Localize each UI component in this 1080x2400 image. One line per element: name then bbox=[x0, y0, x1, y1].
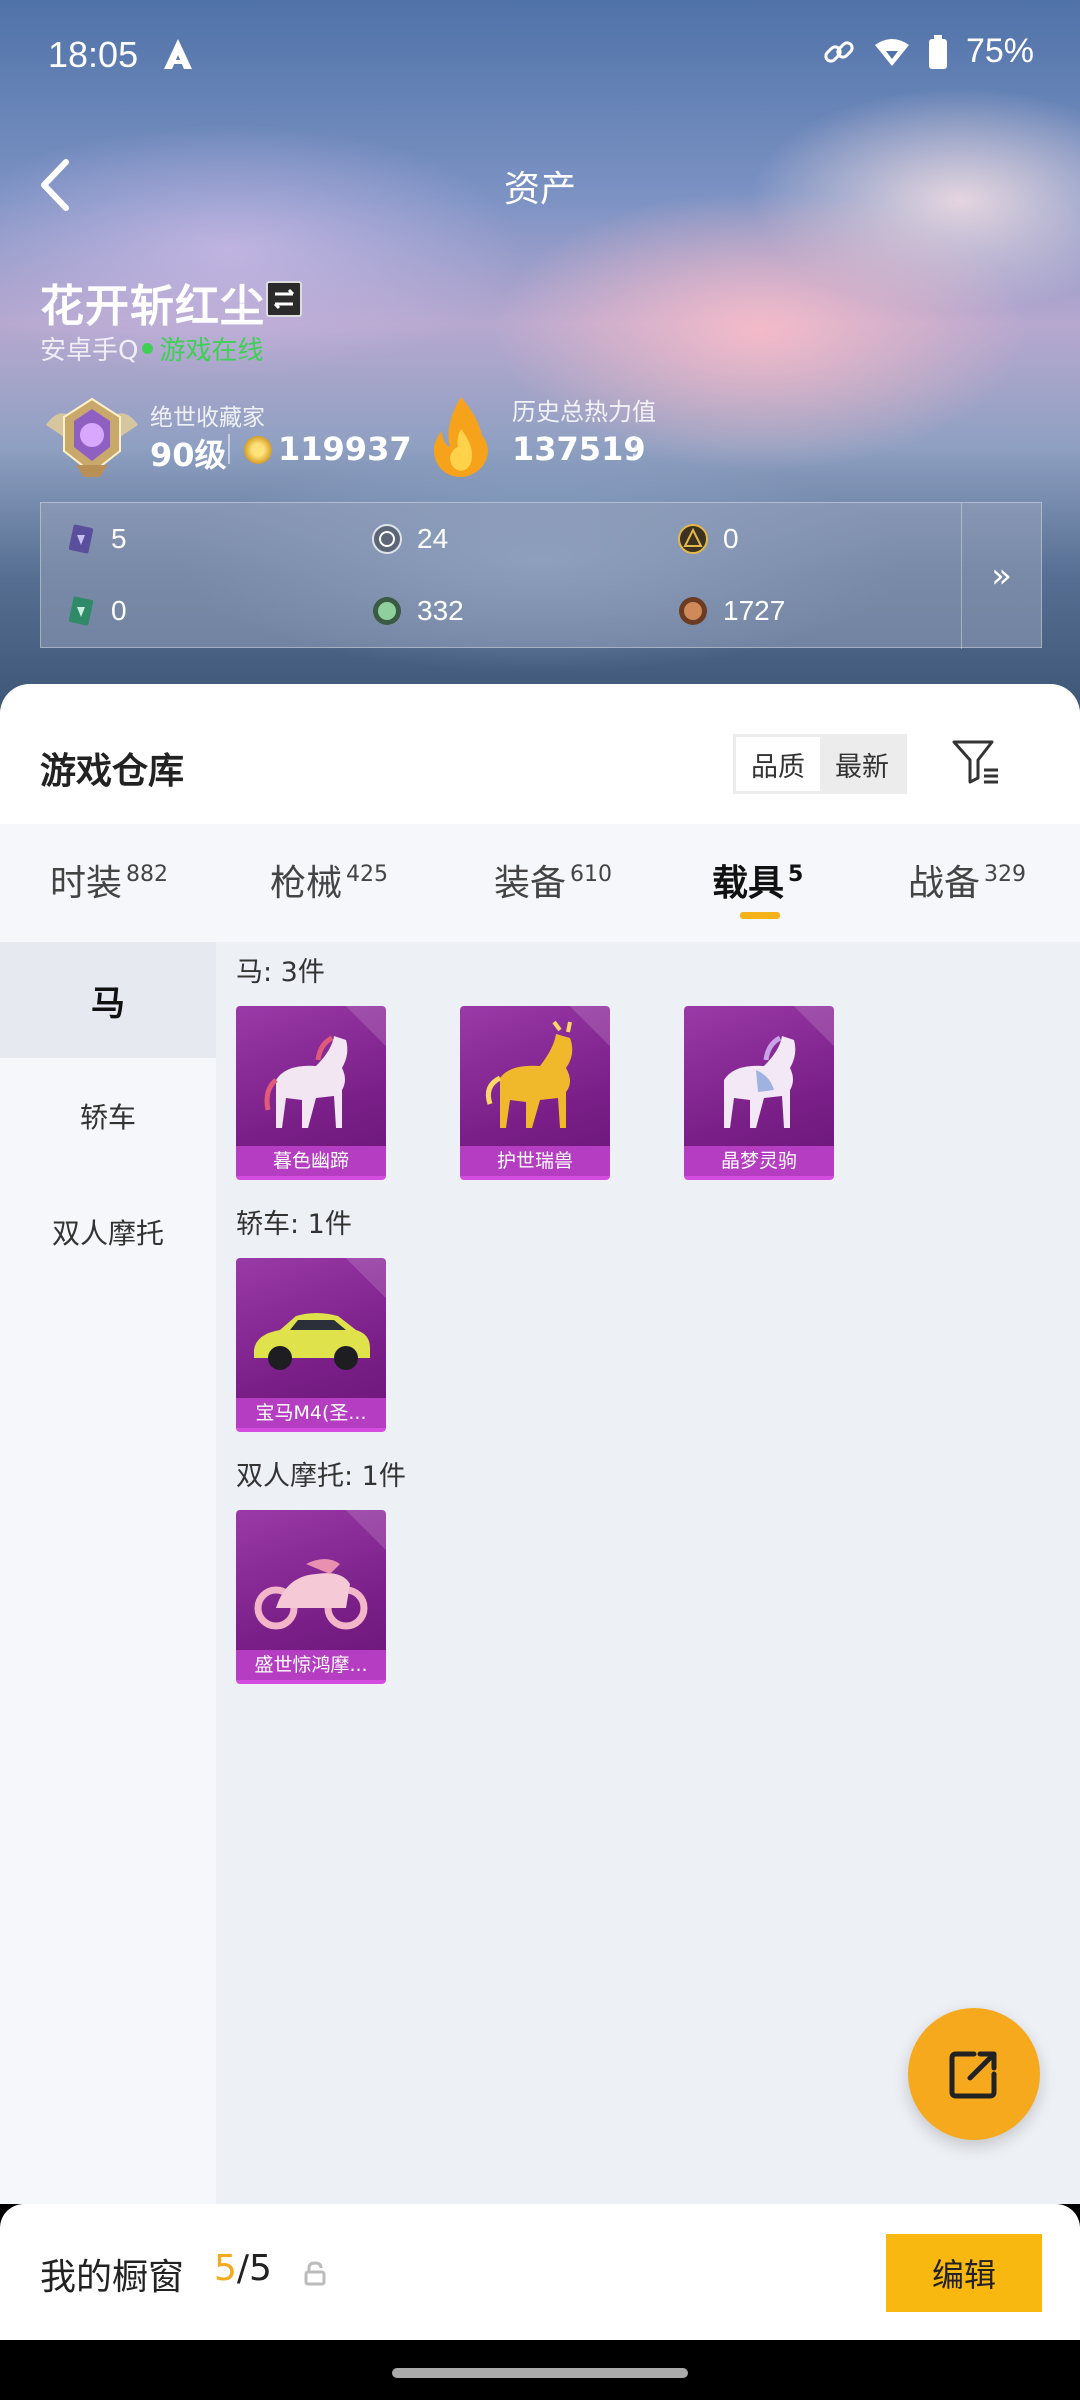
page-title: 资产 bbox=[503, 169, 576, 210]
section-title-motorcycle: 双人摩托: 1件 bbox=[236, 1461, 406, 1492]
green-coin-icon bbox=[373, 597, 401, 625]
sidebar-item-horse[interactable]: 马 bbox=[0, 942, 216, 1058]
white-horse-icon bbox=[264, 1035, 348, 1128]
heat-label: 历史总热力值 bbox=[512, 398, 656, 426]
category-tabs: 时装 882 枪械 425 装备 610 载具 5 战备 329 bbox=[0, 824, 1080, 942]
sort-toggle: 品质 最新 bbox=[733, 734, 907, 794]
item-card[interactable]: 晶梦灵驹 bbox=[684, 1006, 834, 1180]
player-platform-row: 安卓手Q 游戏在线 bbox=[40, 330, 263, 367]
collector-title: 绝世收藏家 bbox=[150, 405, 265, 431]
sort-newest-button[interactable]: 最新 bbox=[820, 737, 904, 791]
stats-more-button[interactable]: » bbox=[961, 503, 1041, 649]
tab-vehicles[interactable]: 载具 5 bbox=[712, 854, 803, 906]
showcase-bar: 我的橱窗 5/5 编辑 bbox=[0, 2204, 1080, 2340]
home-indicator[interactable] bbox=[392, 2368, 688, 2378]
player-name: 花开斩红尘 bbox=[40, 281, 265, 332]
online-dot-icon bbox=[142, 343, 154, 354]
switch-account-icon[interactable] bbox=[266, 281, 302, 317]
sidebar-item-motorcycle[interactable]: 双人摩托 bbox=[0, 1174, 216, 1290]
help-icon[interactable]: ? bbox=[628, 434, 642, 464]
flame-icon bbox=[433, 397, 488, 477]
sidebar-item-car[interactable]: 轿车 bbox=[0, 1058, 216, 1174]
collector-badge-icon bbox=[46, 397, 138, 477]
car-icon bbox=[254, 1313, 370, 1370]
showcase-label: 我的橱窗 bbox=[40, 2257, 185, 2298]
stat-green-coin: 332 bbox=[371, 595, 464, 627]
ticket-card-icon bbox=[68, 524, 94, 554]
status-time: 18:05 bbox=[48, 34, 139, 75]
motorcycle-icon bbox=[254, 1559, 368, 1630]
item-name: 宝马M4(圣... bbox=[236, 1398, 386, 1428]
item-name: 暮色幽蹄 bbox=[236, 1146, 386, 1176]
status-bar: 18:05 75% bbox=[0, 0, 1080, 110]
warehouse-sheet: 游戏仓库 品质 最新 时装 882 枪械 425 装备 610 载具 5 战备 329 马… bbox=[0, 684, 1080, 2204]
stat-green-card: 0 bbox=[65, 595, 127, 627]
tab-guns[interactable]: 枪械 425 bbox=[270, 854, 388, 906]
share-button[interactable] bbox=[908, 2008, 1040, 2140]
player-platform: 安卓手Q bbox=[40, 336, 139, 366]
active-tab-indicator bbox=[740, 912, 780, 919]
divider bbox=[228, 434, 230, 464]
wifi-icon bbox=[874, 38, 909, 66]
item-card[interactable]: 宝马M4(圣... bbox=[236, 1258, 386, 1432]
item-name: 盛世惊鸿摩... bbox=[236, 1650, 386, 1680]
silver-token-icon bbox=[372, 524, 402, 554]
warehouse-header: 游戏仓库 品质 最新 bbox=[0, 684, 1080, 824]
link-icon bbox=[824, 40, 854, 63]
item-name: 护世瑞兽 bbox=[460, 1146, 610, 1176]
online-status: 游戏在线 bbox=[159, 336, 264, 366]
asset-stats-panel: 5 24 0 0 332 1727 » bbox=[40, 502, 1042, 649]
item-card[interactable]: 暮色幽蹄 bbox=[236, 1006, 386, 1180]
item-card[interactable]: 护世瑞兽 bbox=[460, 1006, 610, 1180]
section-title-horse: 马: 3件 bbox=[236, 957, 325, 988]
battery-icon bbox=[928, 34, 947, 69]
heat-value: 137519 bbox=[512, 430, 646, 468]
edit-button[interactable]: 编辑 bbox=[886, 2234, 1042, 2312]
stat-gold-token: 0 bbox=[677, 523, 739, 555]
crystal-horse-icon bbox=[724, 1035, 796, 1128]
item-name: 晶梦灵驹 bbox=[684, 1146, 834, 1176]
stat-ticket-card: 5 bbox=[65, 523, 127, 555]
warehouse-title: 游戏仓库 bbox=[40, 751, 185, 792]
lock-icon bbox=[304, 2261, 326, 2286]
player-level: 90级 bbox=[150, 436, 227, 474]
battery-level: 75% bbox=[965, 32, 1034, 70]
stat-silver-token: 24 bbox=[371, 523, 448, 555]
subcategory-sidebar: 马 轿车 双人摩托 bbox=[0, 942, 216, 2204]
sort-quality-button[interactable]: 品质 bbox=[736, 737, 820, 791]
showcase-count: 5/5 bbox=[214, 2248, 272, 2289]
gold-token-icon bbox=[678, 524, 708, 554]
app-notification-icon bbox=[164, 39, 192, 69]
bronze-coin-icon bbox=[679, 597, 707, 625]
external-link-icon bbox=[949, 2051, 997, 2099]
green-card-icon bbox=[68, 596, 94, 626]
tab-equipment[interactable]: 装备 610 bbox=[494, 854, 612, 906]
coin-icon bbox=[244, 436, 272, 464]
tab-supplies[interactable]: 战备 329 bbox=[908, 854, 1026, 906]
golden-beast-icon bbox=[485, 1020, 573, 1128]
coin-value: 119937 bbox=[278, 430, 412, 468]
tab-fashion[interactable]: 时装 882 bbox=[50, 854, 168, 906]
stat-bronze-coin: 1727 bbox=[677, 595, 785, 627]
section-title-car: 轿车: 1件 bbox=[236, 1209, 352, 1240]
filter-icon[interactable] bbox=[950, 736, 1002, 788]
item-card[interactable]: 盛世惊鸿摩... bbox=[236, 1510, 386, 1684]
